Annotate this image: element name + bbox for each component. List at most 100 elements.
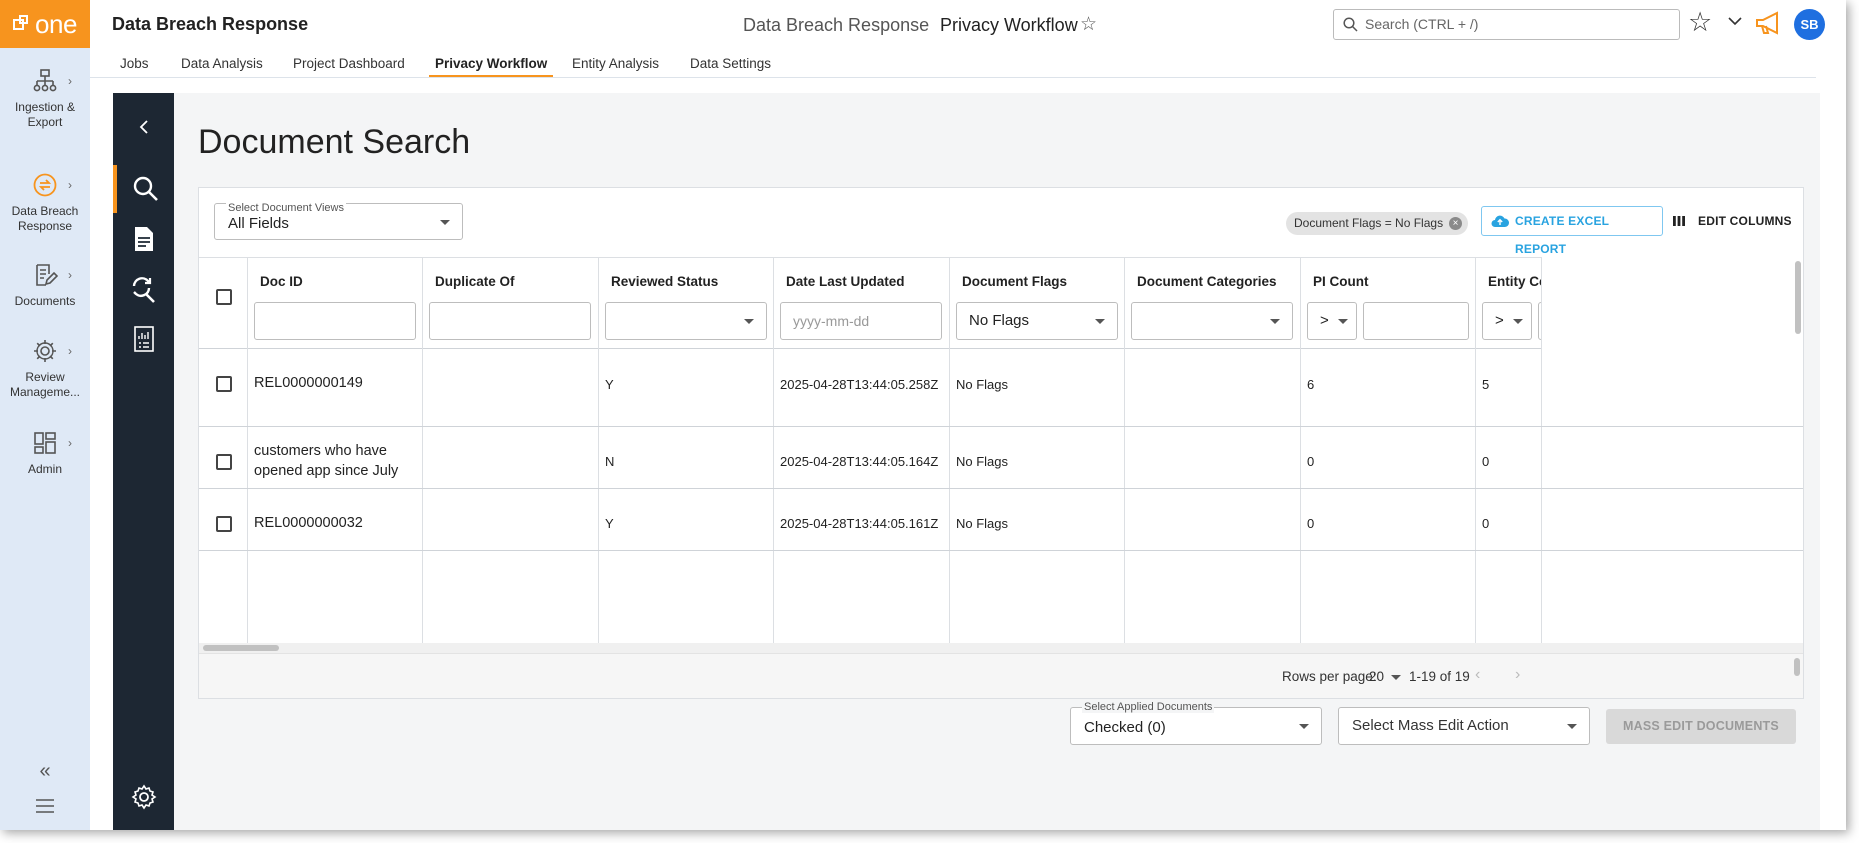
tab-privacy-workflow[interactable]: Privacy Workflow xyxy=(428,56,554,77)
favorites-star-icon[interactable]: ☆ xyxy=(1688,7,1712,38)
mass-edit-documents-button[interactable]: MASS EDIT DOCUMENTS xyxy=(1606,709,1796,744)
top-header: Data Breach Response Data Breach Respons… xyxy=(90,0,1846,48)
logo-mark-icon xyxy=(13,15,29,30)
tool-advanced-search[interactable] xyxy=(113,265,174,313)
rows-per-page-value: 20 xyxy=(1369,669,1385,684)
document-categories-filter-select[interactable] xyxy=(1131,302,1293,340)
tab-data-analysis[interactable]: Data Analysis xyxy=(181,56,263,71)
prev-page-icon[interactable]: ‹ xyxy=(1475,666,1480,684)
sync-circle-icon xyxy=(33,173,57,197)
entity-count-operator-select[interactable]: > xyxy=(1482,302,1532,340)
tab-jobs[interactable]: Jobs xyxy=(120,56,149,71)
chevron-down-icon[interactable] xyxy=(1728,13,1742,31)
tab-data-settings[interactable]: Data Settings xyxy=(690,56,771,71)
app-rail: › Ingestion & Export › Data Breach Respo… xyxy=(0,48,90,830)
edit-columns-button[interactable]: EDIT COLUMNS xyxy=(1673,206,1792,236)
refresh-search-icon xyxy=(132,277,155,303)
remove-filter-icon[interactable]: × xyxy=(1449,217,1463,230)
tab-project-dashboard[interactable]: Project Dashboard xyxy=(293,56,405,71)
global-search-input[interactable]: Search (CTRL + /) xyxy=(1333,9,1680,40)
operator-value: > xyxy=(1320,312,1329,329)
chevron-left-icon xyxy=(139,120,148,134)
favorite-star-icon[interactable]: ☆ xyxy=(1080,13,1097,36)
rail-item-label: Review Manageme... xyxy=(9,370,81,399)
next-page-icon[interactable]: › xyxy=(1515,666,1520,684)
filter-chip[interactable]: Document Flags = No Flags × xyxy=(1286,212,1469,235)
mass-edit-action-select[interactable]: Select Mass Edit Action xyxy=(1338,707,1590,745)
search-icon xyxy=(133,176,158,201)
logo-text: one xyxy=(35,8,77,39)
vertical-scrollbar[interactable] xyxy=(1795,261,1801,334)
tool-report[interactable] xyxy=(113,315,174,363)
caret-down-icon xyxy=(1513,319,1523,324)
pagination-range: 1-19 of 19 xyxy=(1409,669,1470,684)
app-logo[interactable]: one xyxy=(0,0,90,48)
select-placeholder: Select Mass Edit Action xyxy=(1352,717,1509,734)
column-header[interactable]: Date Last Updated xyxy=(786,274,905,289)
doc-id-filter-input[interactable] xyxy=(254,302,416,340)
tool-rail xyxy=(113,93,174,830)
tool-document[interactable] xyxy=(113,215,174,263)
table-row[interactable] xyxy=(199,427,1803,489)
user-avatar[interactable]: SB xyxy=(1794,9,1825,40)
filter-value: No Flags xyxy=(969,312,1030,329)
create-excel-report-button[interactable]: CREATE EXCEL REPORT xyxy=(1481,206,1663,256)
chevron-right-icon: › xyxy=(68,344,72,358)
page-title: Document Search xyxy=(198,123,471,161)
horizontal-scrollbar[interactable] xyxy=(203,645,279,651)
select-all-checkbox[interactable] xyxy=(216,289,232,305)
breadcrumb-workspace[interactable]: Data Breach Response xyxy=(743,15,929,36)
horizontal-scrollbar-track xyxy=(199,643,1803,653)
chevron-right-icon: › xyxy=(68,436,72,450)
document-search-card: Select Document Views All Fields Documen… xyxy=(198,187,1804,699)
caret-down-icon xyxy=(1270,319,1280,324)
rail-item-documents[interactable]: › Documents xyxy=(0,262,90,309)
column-header[interactable]: PI Count xyxy=(1313,274,1369,289)
collapse-rail-icon[interactable]: « xyxy=(0,760,90,783)
menu-icon[interactable] xyxy=(0,798,90,819)
rail-item-label: Ingestion & Export xyxy=(14,100,76,129)
date-filter-input[interactable]: yyyy-mm-dd xyxy=(780,302,942,340)
tool-search[interactable] xyxy=(113,165,174,213)
main-content: Document Search Select Document Views Al… xyxy=(174,93,1820,830)
column-header[interactable]: Duplicate Of xyxy=(435,274,515,289)
gear-icon xyxy=(34,340,56,362)
operator-value: > xyxy=(1495,312,1504,329)
column-header[interactable]: Document Categories xyxy=(1137,274,1277,289)
breadcrumb-current: Privacy Workflow xyxy=(940,15,1078,35)
pi-count-operator-select[interactable]: > xyxy=(1307,302,1357,340)
pi-count-value-input[interactable] xyxy=(1363,302,1469,340)
rail-item-admin[interactable]: › Admin xyxy=(0,430,90,477)
collapse-panel-button[interactable] xyxy=(113,103,174,151)
column-header[interactable]: Document Flags xyxy=(962,274,1067,289)
document-edit-icon xyxy=(36,264,58,286)
rail-item-ingestion[interactable]: › Ingestion & Export xyxy=(0,68,90,130)
document-icon xyxy=(134,227,153,251)
hierarchy-icon xyxy=(33,69,57,92)
caret-down-icon xyxy=(1095,319,1105,324)
rows-per-page-select[interactable]: 20 xyxy=(1369,669,1401,684)
cloud-upload-icon xyxy=(1491,215,1509,227)
rail-item-label: Data Breach Response xyxy=(11,204,79,233)
reviewed-status-filter-select[interactable] xyxy=(605,302,767,340)
megaphone-icon[interactable] xyxy=(1754,11,1784,40)
column-header[interactable]: Reviewed Status xyxy=(611,274,718,289)
duplicate-of-filter-input[interactable] xyxy=(429,302,591,340)
edit-columns-label: EDIT COLUMNS xyxy=(1698,214,1792,228)
scroll-thumb[interactable] xyxy=(1794,658,1800,676)
table-row[interactable] xyxy=(199,489,1803,551)
chevron-right-icon: › xyxy=(68,74,72,88)
tool-settings[interactable] xyxy=(113,773,174,821)
rail-item-data-breach[interactable]: › Data Breach Response xyxy=(0,172,90,234)
column-header[interactable]: Doc ID xyxy=(260,274,303,289)
document-view-select[interactable]: Select Document Views All Fields xyxy=(214,202,463,240)
rows-per-page-label: Rows per page: xyxy=(1282,669,1377,684)
applied-documents-select[interactable]: Select Applied Documents Checked (0) xyxy=(1070,701,1322,745)
tab-entity-analysis[interactable]: Entity Analysis xyxy=(572,56,659,71)
rail-item-review-management[interactable]: › Review Manageme... xyxy=(0,338,90,400)
caret-down-icon xyxy=(1391,675,1401,680)
app-window: one › Ingestion & Export › Data Breach R… xyxy=(0,0,1846,830)
document-flags-filter-select[interactable]: No Flags xyxy=(956,302,1118,340)
gear-icon xyxy=(131,784,156,810)
table-row[interactable] xyxy=(199,350,1803,427)
